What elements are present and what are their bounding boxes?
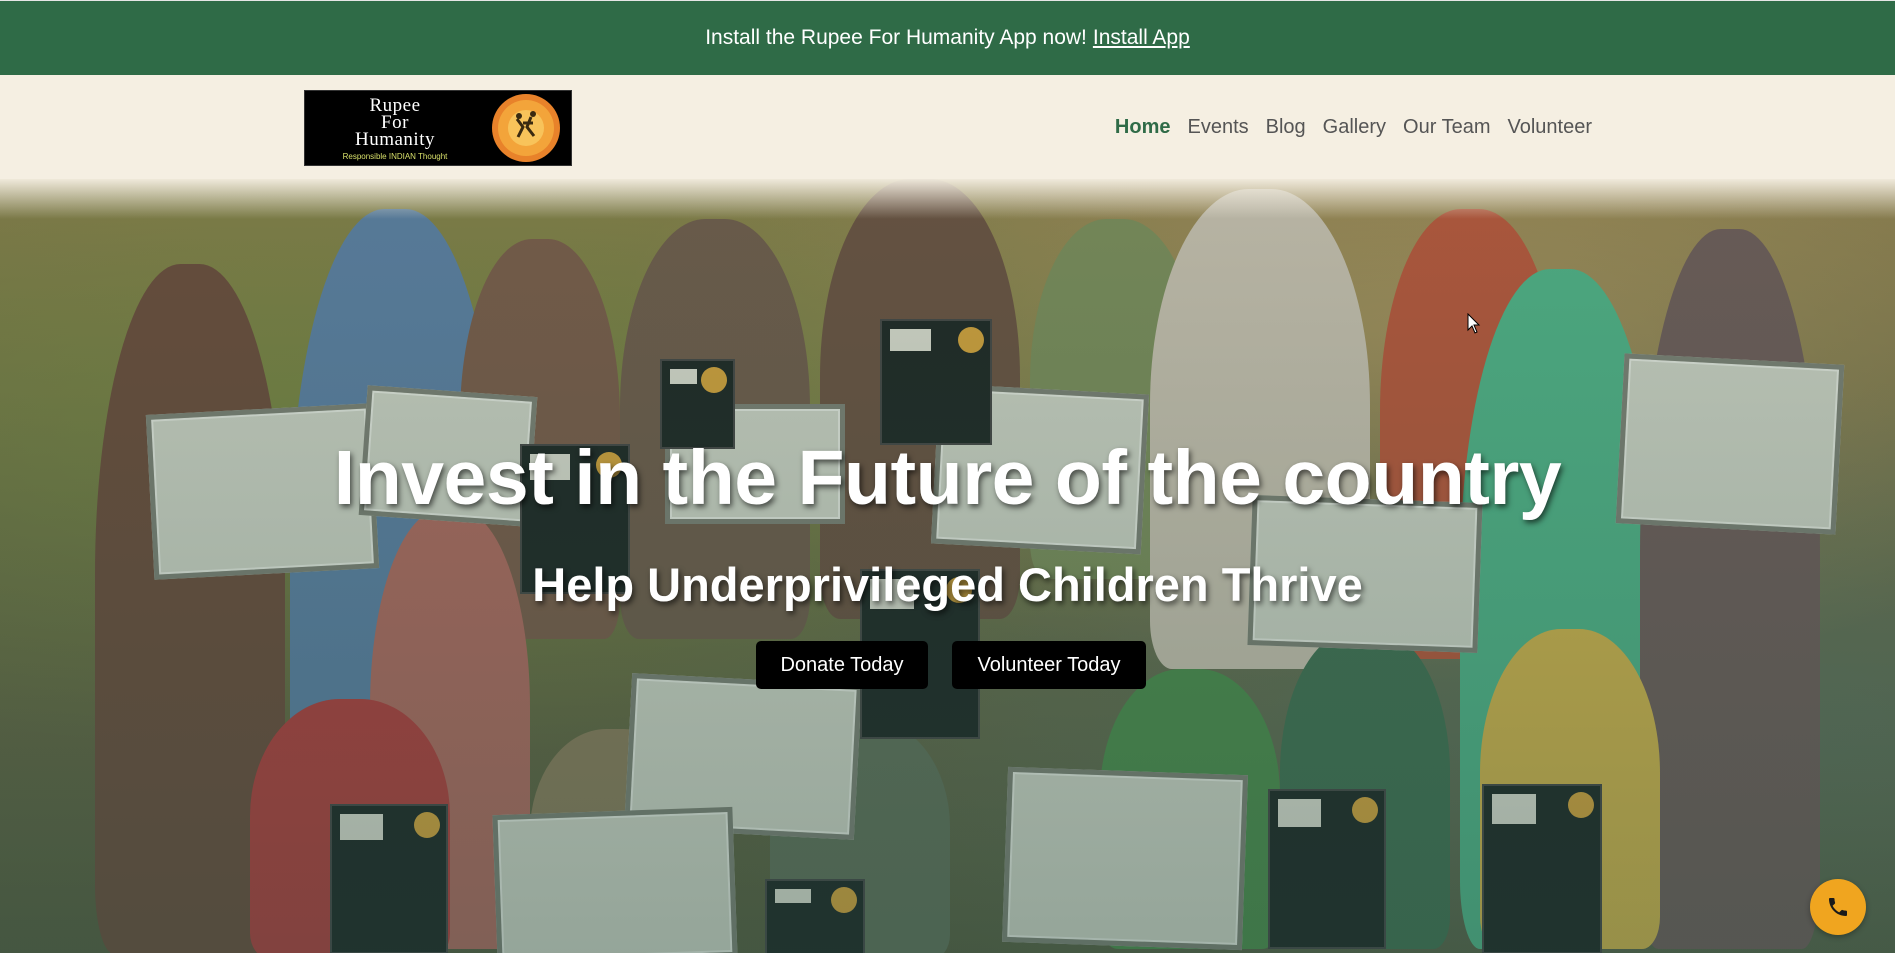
hero-subtitle: Help Underprivileged Children Thrive [532, 558, 1363, 611]
phone-icon [1829, 898, 1847, 916]
nav-our-team[interactable]: Our Team [1403, 116, 1490, 139]
install-app-banner: Install the Rupee For Humanity App now! … [0, 0, 1895, 75]
header-fade [0, 179, 1895, 219]
hero-content: Invest in the Future of the country Help… [0, 179, 1895, 953]
nav-blog[interactable]: Blog [1266, 116, 1306, 139]
nav-events[interactable]: Events [1187, 116, 1248, 139]
volunteer-today-button[interactable]: Volunteer Today [952, 641, 1146, 689]
donate-today-button[interactable]: Donate Today [756, 641, 928, 689]
logo-line-3: Humanity [355, 129, 435, 150]
nav-gallery[interactable]: Gallery [1323, 116, 1386, 139]
logo-emblem-icon [492, 94, 560, 162]
nav-volunteer[interactable]: Volunteer [1507, 116, 1592, 139]
nav-home[interactable]: Home [1115, 116, 1171, 139]
main-nav: Home Events Blog Gallery Our Team Volunt… [1115, 75, 1592, 179]
hero-section: Invest in the Future of the country Help… [0, 179, 1895, 953]
site-logo[interactable]: Rupee For Humanity Responsible INDIAN Th… [304, 90, 572, 166]
hero-title: Invest in the Future of the country [333, 435, 1562, 521]
logo-text: Rupee For Humanity [315, 96, 475, 150]
site-header: Rupee For Humanity Responsible INDIAN Th… [0, 75, 1895, 179]
banner-text: Install the Rupee For Humanity App now! [705, 26, 1087, 49]
logo-tagline: Responsible INDIAN Thought [342, 152, 448, 161]
mouse-cursor-icon [1467, 313, 1481, 334]
install-app-link[interactable]: Install App [1093, 26, 1190, 50]
call-button[interactable] [1810, 879, 1866, 935]
